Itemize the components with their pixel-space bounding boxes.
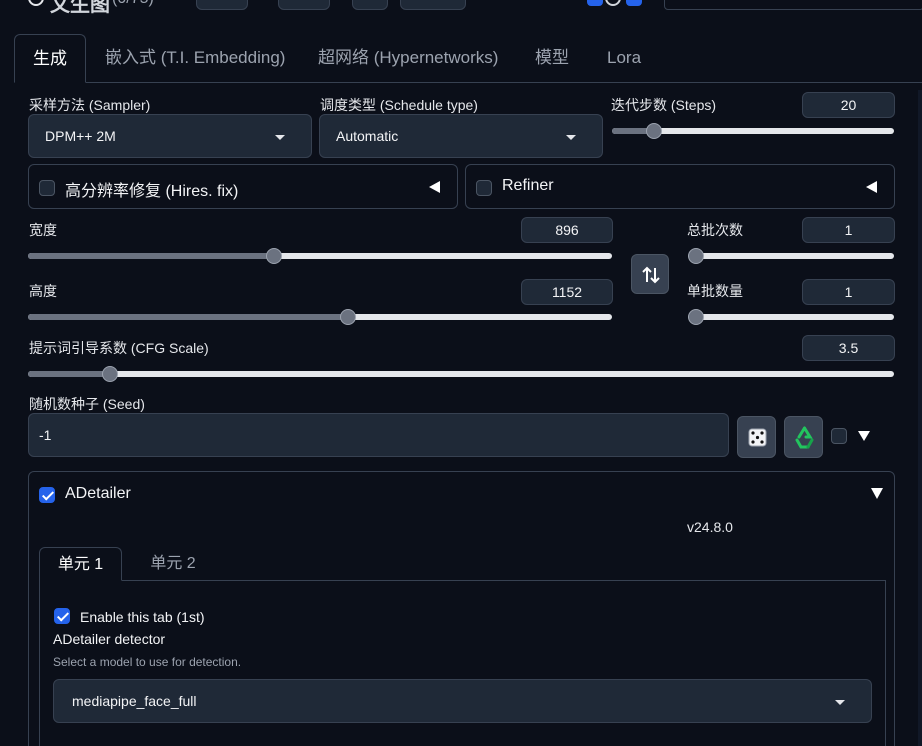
steps-slider[interactable] — [612, 123, 894, 139]
steps-label: 迭代步数 (Steps) — [611, 97, 717, 113]
height-label: 高度 — [29, 283, 57, 299]
hires-fix-panel[interactable]: 高分辨率修复 (Hires. fix) — [28, 164, 458, 209]
top-radio[interactable] — [28, 0, 44, 6]
height-slider[interactable] — [28, 309, 612, 325]
width-slider-fill — [28, 253, 274, 259]
toolbar-button-1[interactable] — [196, 0, 248, 10]
batch-count-label: 总批次数 — [687, 222, 743, 238]
batch-count-slider-thumb[interactable] — [688, 248, 704, 264]
chevron-down-icon — [835, 700, 845, 705]
schedule-label: 调度类型 (Schedule type) — [320, 97, 478, 113]
batch-size-slider-thumb[interactable] — [688, 309, 704, 325]
extra-seed-expand-icon[interactable] — [858, 431, 870, 441]
batch-count-slider[interactable] — [688, 248, 894, 264]
chevron-down-icon — [566, 135, 576, 140]
refiner-panel[interactable]: Refiner — [465, 164, 895, 209]
detector-hint: Select a model to use for detection. — [53, 655, 242, 669]
unit-1-content: Enable this tab (1st) ADetailer detector… — [39, 580, 886, 746]
schedule-value: Automatic — [336, 128, 399, 144]
height-slider-fill — [28, 314, 348, 320]
chevron-down-icon — [275, 135, 285, 140]
extra-seed-checkbox[interactable] — [831, 428, 847, 444]
tab-hypernetworks[interactable]: 超网络 (Hypernetworks) — [318, 34, 498, 83]
top-search-input[interactable] — [664, 0, 922, 10]
random-seed-button[interactable] — [737, 416, 776, 458]
batch-size-input[interactable]: 1 — [802, 279, 895, 305]
tab-embedding[interactable]: 嵌入式 (T.I. Embedding) — [105, 34, 285, 83]
refiner-checkbox[interactable] — [476, 180, 492, 196]
right-scroll-edge — [918, 90, 922, 746]
swap-dimensions-button[interactable] — [631, 254, 669, 294]
collapse-down-icon[interactable] — [871, 488, 883, 499]
batch-size-label: 单批数量 — [687, 283, 743, 299]
sampler-select[interactable]: DPM++ 2M — [28, 114, 312, 158]
width-input[interactable]: 896 — [521, 217, 613, 243]
tab-unit-2[interactable]: 单元 2 — [133, 547, 213, 581]
height-input[interactable]: 1152 — [521, 279, 613, 305]
schedule-select[interactable]: Automatic — [319, 114, 603, 158]
adetailer-version: v24.8.0 — [687, 519, 733, 535]
recycle-icon — [795, 426, 814, 449]
top-radio-2[interactable] — [605, 0, 621, 6]
reuse-seed-button[interactable] — [784, 416, 823, 458]
toolbar-button-3[interactable] — [352, 0, 388, 10]
hires-fix-checkbox[interactable] — [39, 180, 55, 196]
page-title: 文生图 — [50, 0, 110, 14]
enable-tab-label: Enable this tab (1st) — [80, 609, 205, 625]
width-label: 宽度 — [29, 222, 57, 238]
refiner-label: Refiner — [502, 177, 554, 194]
cfg-slider[interactable] — [28, 366, 894, 382]
batch-count-input[interactable]: 1 — [802, 217, 895, 243]
sampler-value: DPM++ 2M — [45, 128, 116, 144]
seed-label: 随机数种子 (Seed) — [29, 396, 145, 412]
top-checkbox-2[interactable] — [626, 0, 642, 6]
toolbar-button-2[interactable] — [278, 0, 330, 10]
top-toolbar: 文生图 (0/75) — [0, 0, 922, 14]
cfg-slider-thumb[interactable] — [102, 366, 118, 382]
cfg-slider-fill — [28, 371, 110, 377]
sampler-label: 采样方法 (Sampler) — [29, 97, 151, 113]
adetailer-enable-checkbox[interactable] — [39, 487, 55, 503]
steps-input[interactable]: 20 — [802, 92, 895, 118]
tab-models[interactable]: 模型 — [535, 34, 569, 83]
collapse-left-icon[interactable] — [866, 181, 877, 193]
cfg-input[interactable]: 3.5 — [802, 335, 895, 361]
height-slider-thumb[interactable] — [340, 309, 356, 325]
width-slider[interactable] — [28, 248, 612, 264]
batch-size-slider[interactable] — [688, 309, 894, 325]
detector-value: mediapipe_face_full — [72, 693, 197, 709]
tab-lora[interactable]: Lora — [607, 34, 641, 83]
toolbar-button-4[interactable] — [400, 0, 466, 10]
steps-slider-thumb[interactable] — [646, 123, 662, 139]
enable-tab-checkbox[interactable] — [54, 608, 70, 624]
dice-icon — [748, 428, 767, 447]
adetailer-panel: ADetailer v24.8.0 单元 1 单元 2 Enable this … — [28, 471, 895, 746]
collapse-left-icon[interactable] — [429, 181, 440, 193]
hires-fix-label: 高分辨率修复 (Hires. fix) — [65, 183, 239, 200]
tab-generate[interactable]: 生成 — [14, 34, 86, 83]
cfg-label: 提示词引导系数 (CFG Scale) — [29, 340, 209, 356]
swap-vertical-icon — [642, 266, 660, 284]
detector-select[interactable]: mediapipe_face_full — [53, 679, 872, 723]
adetailer-title: ADetailer — [65, 485, 131, 502]
tab-unit-1[interactable]: 单元 1 — [39, 547, 122, 581]
token-counter: (0/75) — [112, 0, 154, 8]
detector-label: ADetailer detector — [53, 631, 166, 647]
seed-input[interactable]: -1 — [28, 413, 729, 457]
width-slider-thumb[interactable] — [266, 248, 282, 264]
top-checkbox-1[interactable] — [587, 0, 603, 6]
